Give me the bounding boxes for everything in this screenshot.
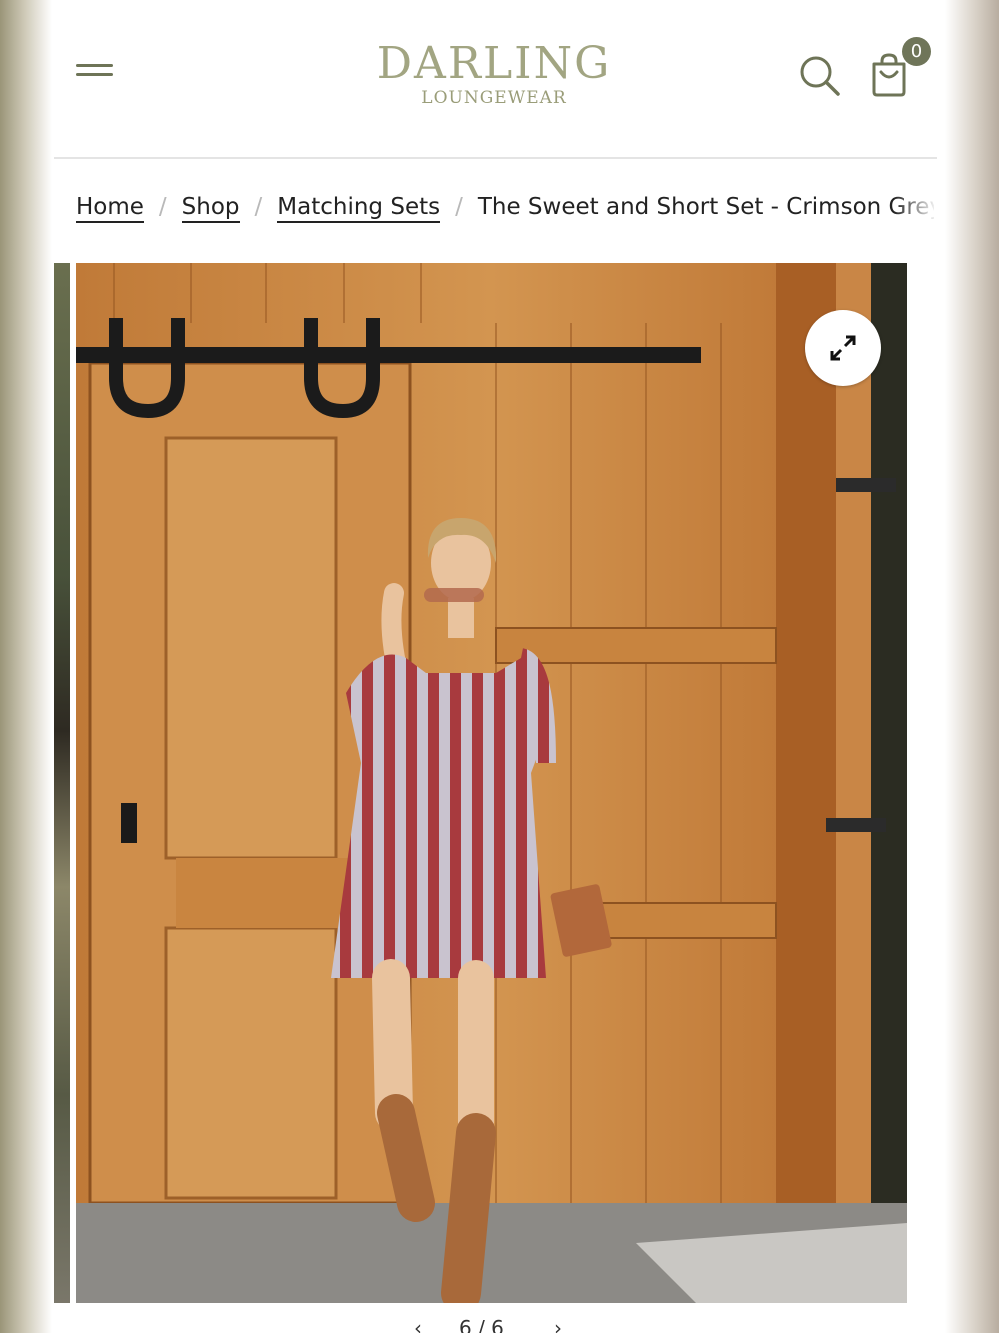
slide-counter: 6 / 6 (459, 1316, 504, 1333)
breadcrumb-current: The Sweet and Short Set - Crimson Grey (477, 194, 934, 220)
header-divider (54, 157, 937, 159)
brand-name: DARLING (376, 38, 612, 89)
breadcrumb-separator: / (158, 194, 167, 220)
search-button[interactable] (799, 55, 841, 97)
page: DARLING LOUNGEWEAR 0 Home / Shop / Matching … (54, 0, 945, 1333)
brand-logo[interactable]: DARLING LOUNGEWEAR (354, 38, 634, 108)
expand-image-button[interactable] (805, 310, 881, 386)
breadcrumb-home[interactable]: Home (76, 194, 144, 223)
breadcrumb-separator: / (254, 194, 263, 220)
chevron-left-icon[interactable]: ‹ (414, 1316, 422, 1333)
chevron-right-icon[interactable]: › (554, 1316, 562, 1333)
expand-icon (830, 335, 856, 361)
cart-count-badge: 0 (902, 37, 931, 66)
product-photo (76, 263, 907, 1303)
breadcrumb-matching-sets[interactable]: Matching Sets (277, 194, 441, 223)
menu-button[interactable] (76, 60, 114, 82)
hamburger-icon (76, 64, 113, 67)
breadcrumb-fade (894, 190, 945, 234)
previous-slide-peek[interactable] (54, 263, 70, 1303)
search-icon (800, 56, 840, 96)
product-image[interactable] (76, 263, 907, 1303)
next-slide-peek[interactable] (907, 263, 945, 1303)
brand-tagline: LOUNGEWEAR (421, 88, 567, 108)
breadcrumb-separator: / (455, 194, 463, 220)
gallery-pagination: ‹ 6 / 6 › (414, 1316, 614, 1333)
breadcrumb-shop[interactable]: Shop (181, 194, 240, 223)
site-header: DARLING LOUNGEWEAR 0 (54, 0, 945, 159)
breadcrumb: Home / Shop / Matching Sets / The Sweet and Sh… (76, 194, 934, 232)
product-gallery[interactable] (54, 263, 945, 1303)
